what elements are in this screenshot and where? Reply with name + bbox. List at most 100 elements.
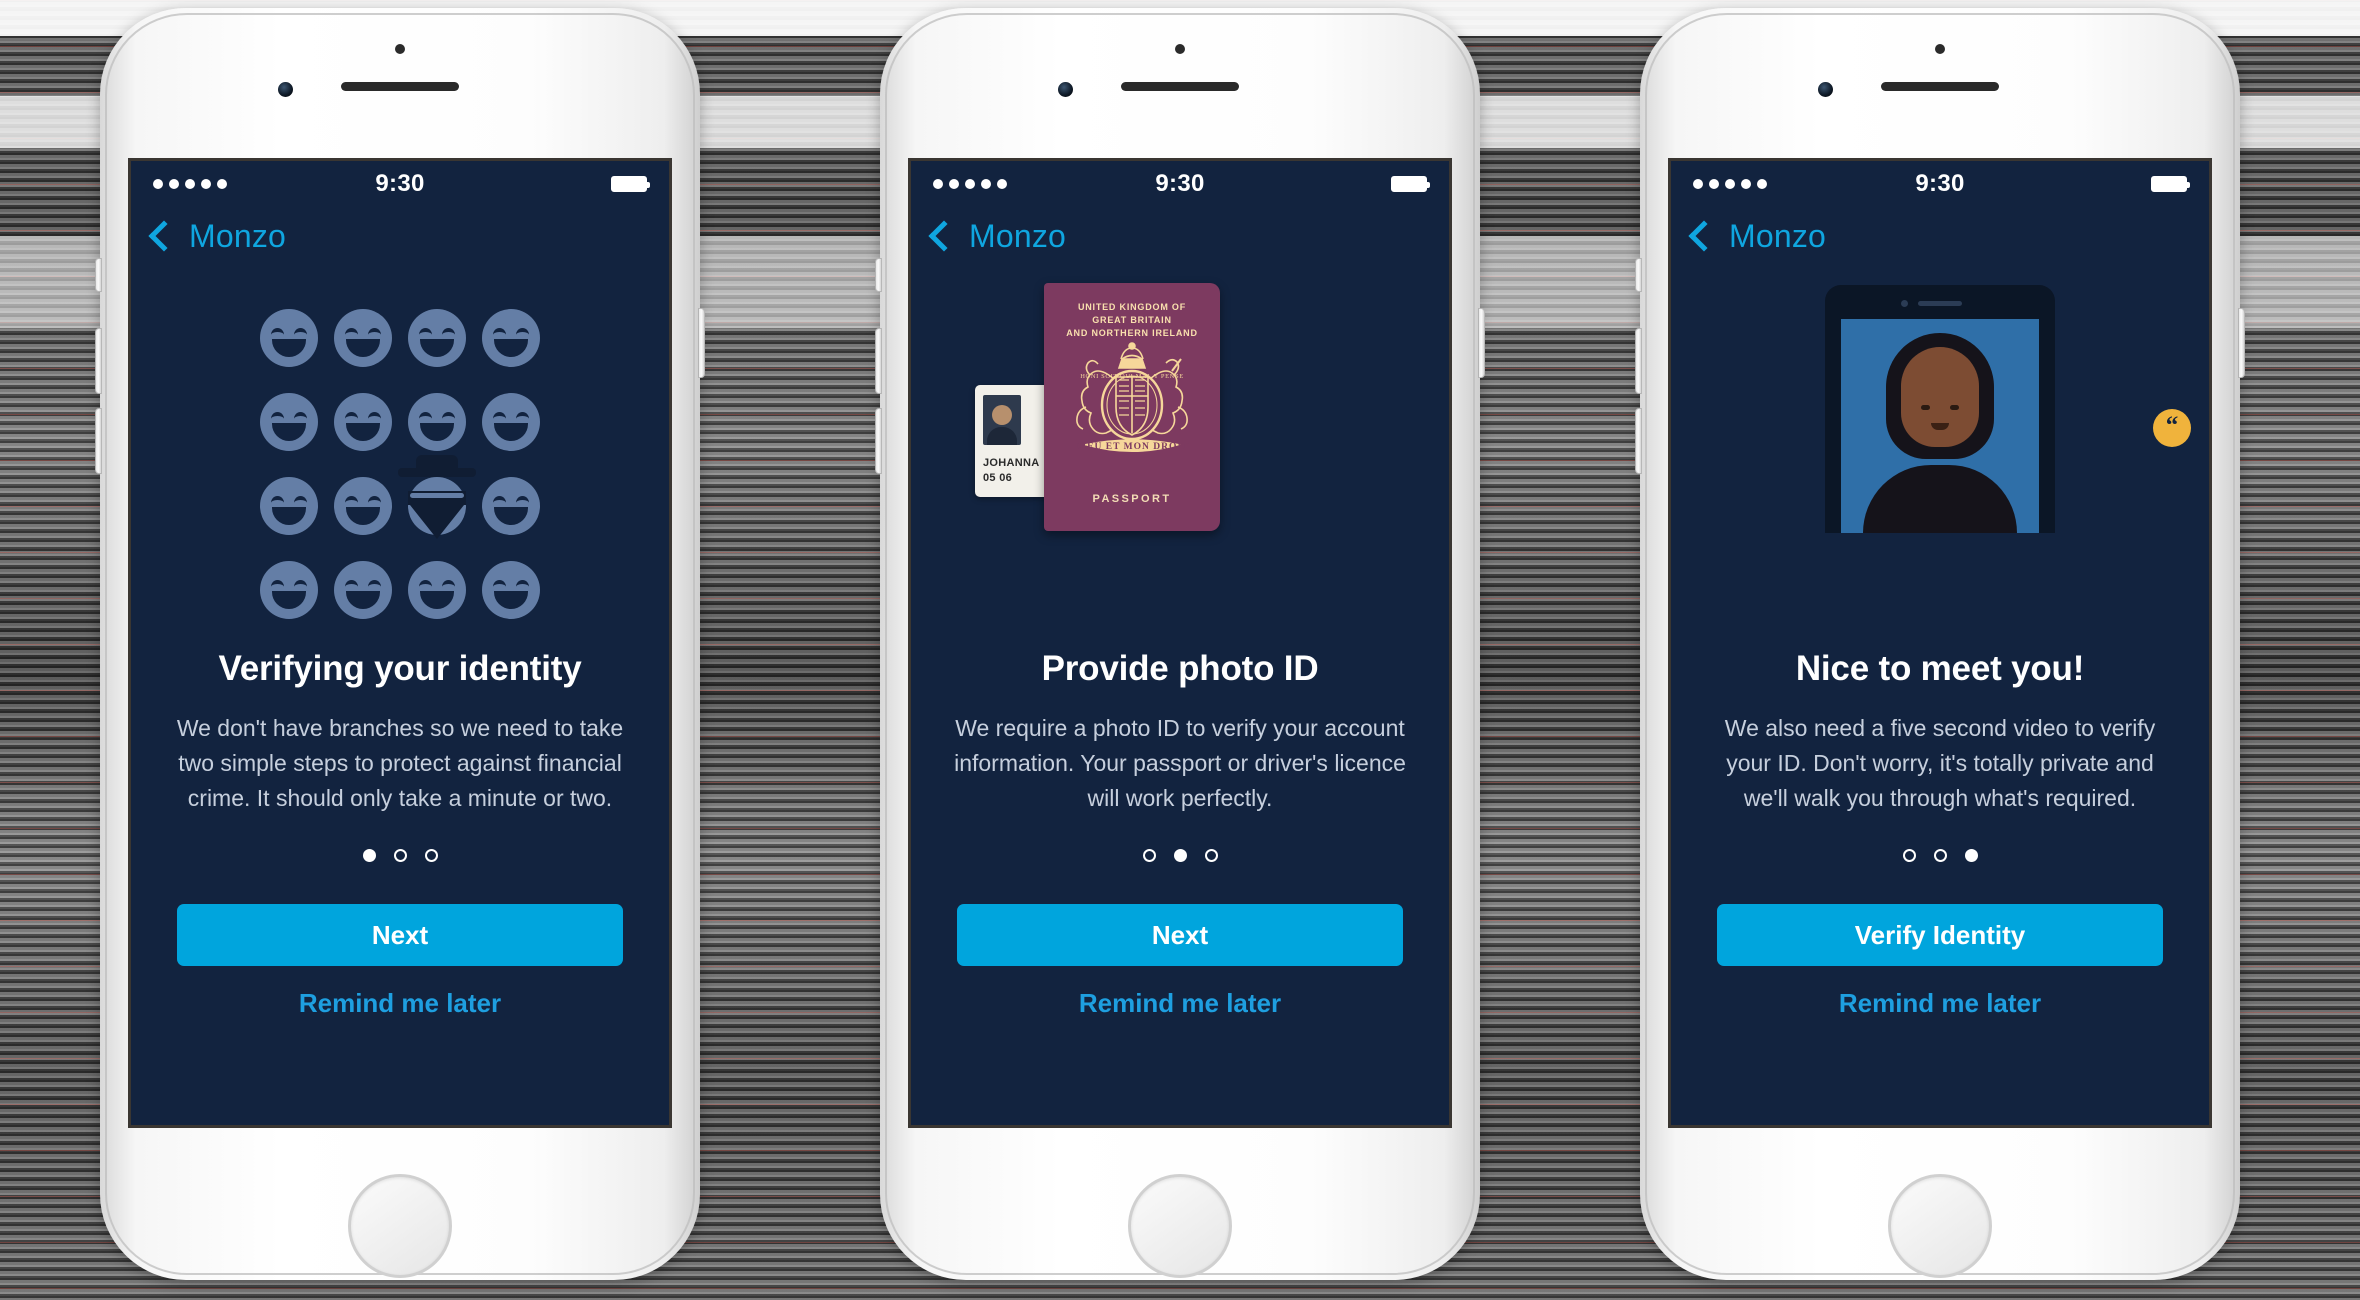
next-button[interactable]: Next: [957, 903, 1403, 966]
screen-content: Verifying your identity We don't have br…: [131, 649, 669, 1019]
back-button-label[interactable]: Monzo: [189, 218, 286, 255]
passport-garter-text: HONI SOIT QUI MAL Y PENSE: [1080, 373, 1184, 380]
smiley-face-icon: [334, 477, 392, 535]
next-button[interactable]: Next: [177, 903, 623, 966]
signal-strength-icon: [933, 179, 1007, 189]
back-chevron-icon[interactable]: [928, 220, 960, 252]
volume-up-button[interactable]: [95, 328, 102, 394]
mute-switch[interactable]: [1635, 258, 1642, 292]
signal-strength-icon: [153, 179, 227, 189]
remind-me-later-button[interactable]: Remind me later: [157, 988, 643, 1019]
front-camera-icon: [278, 82, 293, 97]
volume-down-button[interactable]: [95, 408, 102, 474]
phone-mockup-3: 9:30 Monzo “ Nice to meet you! We also n…: [1635, 8, 2245, 1300]
back-chevron-icon[interactable]: [148, 220, 180, 252]
page-body-text: We also need a five second video to veri…: [1724, 715, 2156, 812]
page-title: Nice to meet you!: [1795, 649, 2085, 688]
passport-header-line-2: GREAT BRITAIN: [1092, 315, 1172, 326]
licence-date: 05 06: [983, 472, 1013, 484]
pagination-dot-3[interactable]: [424, 848, 438, 862]
nav-bar[interactable]: Monzo: [1671, 207, 2209, 261]
back-button-label[interactable]: Monzo: [1729, 218, 1826, 255]
mute-switch[interactable]: [875, 258, 882, 292]
phone-mockup-1: 9:30 Monzo Verifying your identity We do…: [95, 8, 705, 1300]
avatar-eye-right: [1950, 405, 1959, 410]
illustration-face-grid: [131, 261, 669, 643]
passport-motto: DIEU ET MON DROIT: [1075, 442, 1190, 452]
illustration-selfie-video: “: [1671, 261, 2209, 643]
status-bar: 9:30: [911, 161, 1449, 207]
home-button[interactable]: [348, 1174, 452, 1278]
proximity-sensor: [395, 44, 405, 54]
smiley-face-icon: [260, 309, 318, 367]
remind-me-later-button[interactable]: Remind me later: [1697, 988, 2183, 1019]
smiley-face-icon: [482, 561, 540, 619]
uk-passport-icon: UNITED KINGDOM OF GREAT BRITAIN AND NORT…: [1044, 283, 1220, 531]
earpiece-speaker: [1121, 82, 1239, 91]
pagination-dot-2[interactable]: [393, 848, 407, 862]
verify-identity-button[interactable]: Verify Identity: [1717, 903, 2163, 966]
nav-bar[interactable]: Monzo: [911, 207, 1449, 261]
volume-up-button[interactable]: [1635, 328, 1642, 394]
app-screen-1: 9:30 Monzo Verifying your identity We do…: [128, 158, 672, 1128]
power-button[interactable]: [2238, 308, 2245, 378]
licence-name: JOHANNA: [983, 457, 1040, 469]
volume-down-button[interactable]: [875, 408, 882, 474]
earpiece-speaker: [1881, 82, 1999, 91]
pagination-dot-2[interactable]: [1173, 848, 1187, 862]
licence-photo: [983, 395, 1021, 445]
remind-me-later-button[interactable]: Remind me later: [937, 988, 1423, 1019]
pagination-dot-2[interactable]: [1933, 848, 1947, 862]
volume-down-button[interactable]: [1635, 408, 1642, 474]
home-button[interactable]: [1888, 1174, 1992, 1278]
page-title: Provide photo ID: [1041, 649, 1319, 688]
power-button[interactable]: [1478, 308, 1485, 378]
smiley-face-icon: [260, 393, 318, 451]
front-camera-icon: [1058, 82, 1073, 97]
avatar-eye-left: [1921, 405, 1930, 410]
screen-content: Nice to meet you! We also need a five se…: [1671, 649, 2209, 1019]
screen-content: Provide photo ID We require a photo ID t…: [911, 649, 1449, 1019]
pagination-dots[interactable]: [1697, 848, 2183, 862]
smiley-face-icon: [408, 393, 466, 451]
pagination-dots[interactable]: [937, 848, 1423, 862]
pagination-dots[interactable]: [157, 848, 643, 862]
mini-phone-speaker: [1918, 301, 1962, 306]
passport-header: UNITED KINGDOM OF GREAT BRITAIN AND NORT…: [1044, 301, 1220, 340]
smiley-face-icon: [260, 477, 318, 535]
page-title: Verifying your identity: [218, 649, 582, 688]
mute-switch[interactable]: [95, 258, 102, 292]
avatar-shoulders: [1863, 465, 2017, 533]
passport-footer-label: PASSPORT: [1092, 493, 1172, 505]
smiley-face-icon: [334, 561, 392, 619]
pagination-dot-1[interactable]: [1142, 848, 1156, 862]
pagination-dot-3[interactable]: [1964, 848, 1978, 862]
pagination-dot-3[interactable]: [1204, 848, 1218, 862]
royal-coat-of-arms-icon: DIEU ET MON DROIT HONI SOIT QUI MAL Y PE…: [1075, 342, 1190, 452]
nav-bar[interactable]: Monzo: [131, 207, 669, 261]
smiley-face-icon: [334, 309, 392, 367]
volume-up-button[interactable]: [875, 328, 882, 394]
smiley-face-icon: [408, 309, 466, 367]
back-chevron-icon[interactable]: [1688, 220, 1720, 252]
battery-icon: [1391, 176, 1430, 192]
battery-icon: [2151, 176, 2190, 192]
status-bar: 9:30: [1671, 161, 2209, 207]
mini-phone-camera-icon: [1901, 300, 1908, 307]
power-button[interactable]: [698, 308, 705, 378]
proximity-sensor: [1175, 44, 1185, 54]
pagination-dot-1[interactable]: [362, 848, 376, 862]
front-camera-icon: [1818, 82, 1833, 97]
smiley-face-icon: [408, 561, 466, 619]
passport-header-line-1: UNITED KINGDOM OF: [1077, 302, 1187, 312]
proximity-sensor: [1935, 44, 1945, 54]
app-screen-2: 9:30 Monzo JOHANNA 05 06 UNITED KINGDOM …: [908, 158, 1452, 1128]
smiley-face-icon: [334, 393, 392, 451]
back-button-label[interactable]: Monzo: [969, 218, 1066, 255]
pagination-dot-1[interactable]: [1902, 848, 1916, 862]
battery-icon: [611, 176, 650, 192]
burglar-face-icon: [398, 455, 476, 539]
home-button[interactable]: [1128, 1174, 1232, 1278]
smiley-face-icon: [482, 477, 540, 535]
screenshot-stage: 9:30 Monzo Verifying your identity We do…: [0, 0, 2360, 1300]
